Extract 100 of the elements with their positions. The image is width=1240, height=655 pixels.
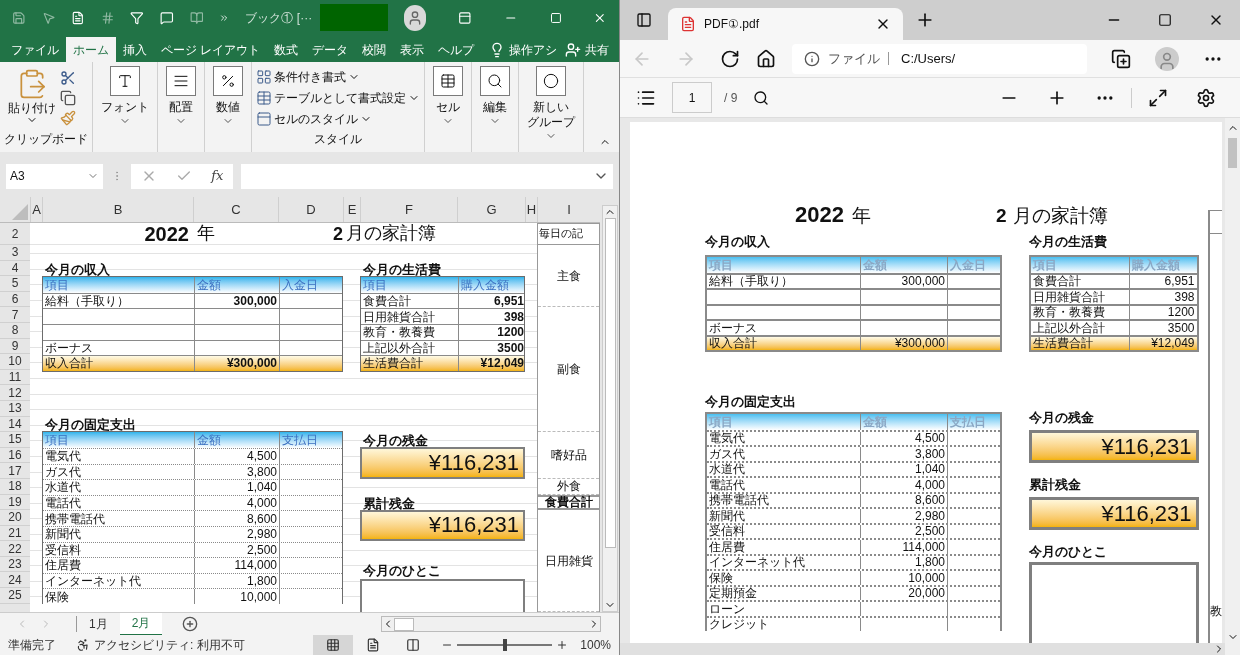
row-header[interactable]: 7 [11,308,19,321]
menu-tab[interactable]: ファイル [4,37,66,62]
row-header[interactable]: 16 [8,449,22,461]
name-box[interactable]: A3 [6,163,103,189]
sheet-tab[interactable]: 1月 [77,612,120,636]
scrollbar-thumb[interactable] [1228,138,1237,168]
maximize-icon[interactable] [549,10,562,25]
column-header[interactable]: I [567,199,571,220]
column-header[interactable]: D [306,199,316,220]
scrollbar-thumb[interactable] [394,617,414,631]
search-icon[interactable] [753,89,770,106]
zoom-in-icon[interactable] [556,639,569,651]
column-header[interactable]: B [113,199,123,220]
row-header[interactable]: 24 [8,573,22,586]
font-button[interactable] [110,66,140,96]
row-header[interactable]: 5 [11,277,19,290]
row-header[interactable]: 13 [8,402,22,415]
maximize-icon[interactable] [1158,13,1172,27]
cut-icon[interactable] [60,70,76,86]
style-menu-item[interactable]: セルのスタイル [274,110,358,129]
row-header[interactable]: 2 [11,227,19,240]
sheet-tab[interactable]: 2月 [119,612,163,636]
row-header[interactable]: 12 [8,386,22,399]
address-bar[interactable]: ファイル C:/Users/ [792,43,1087,74]
collections-icon[interactable] [1111,48,1131,69]
style-menu-item[interactable]: テーブルとして書式設定 [274,89,406,107]
row-header[interactable]: 20 [8,511,22,524]
row-header[interactable]: 23 [8,558,22,571]
comment-icon[interactable] [160,9,174,26]
menu-tab[interactable]: 数式 [267,37,306,62]
vertical-scrollbar[interactable] [1225,118,1240,655]
document-icon[interactable] [71,9,85,26]
refresh-icon[interactable] [720,48,740,69]
row-header[interactable]: 17 [8,464,22,477]
menu-tab[interactable]: ヘルプ [431,37,482,62]
new-group-button[interactable] [536,66,566,96]
settings-icon[interactable] [1196,87,1216,108]
row-header[interactable]: 22 [8,542,22,555]
home-icon[interactable] [756,48,776,69]
menu-tab[interactable]: 表示 [393,37,432,62]
horizontal-scrollbar[interactable] [620,643,1225,655]
row-header[interactable]: 6 [11,293,19,306]
row-header[interactable]: 25 [8,589,22,602]
vertical-scrollbar[interactable] [602,205,618,612]
row-header[interactable]: 19 [8,495,22,508]
table-cell: ボーナス [45,341,93,354]
alignment-button[interactable] [166,66,196,96]
row-header[interactable]: 9 [11,339,19,352]
row-header[interactable]: 21 [8,527,22,539]
sheet-title: 月の家計簿 [346,222,436,243]
zoom-level[interactable]: 100% [580,636,611,654]
column-header[interactable]: G [486,199,497,220]
style-menu-item[interactable]: 条件付き書式 [274,67,346,86]
fit-page-icon[interactable] [1148,87,1168,108]
column-header[interactable]: E [347,199,357,220]
menu-tab[interactable]: ホーム [66,37,116,62]
page-number-field[interactable]: 1 [672,82,712,113]
paste-button[interactable]: 貼り付け [8,102,56,114]
column-header[interactable]: A [32,199,41,220]
row-header[interactable]: 15 [8,433,22,446]
add-sheet-icon[interactable] [182,616,199,632]
row-header[interactable]: 3 [11,246,19,259]
row-header[interactable]: 18 [8,480,22,493]
filter-icon[interactable] [130,9,145,26]
menu-tab[interactable]: データ [305,37,356,62]
view-button[interactable] [313,635,354,655]
number-format-button[interactable] [213,66,243,96]
column-header[interactable]: F [405,199,413,220]
formula-field[interactable] [241,163,613,189]
cell-style-icon[interactable] [256,111,272,128]
row-header[interactable]: 11 [8,371,22,384]
table-cell: 8,600 [246,512,277,525]
tell-me-field[interactable]: 操作アシ [509,40,558,59]
zoom-slider-thumb[interactable] [502,639,507,651]
table-icon[interactable] [256,90,272,106]
menu-tab[interactable]: ページ レイアウト [154,37,268,62]
row-header[interactable]: 8 [11,324,19,337]
column-header: 購入金額 [461,279,509,291]
row-header[interactable]: 4 [11,261,19,274]
grid-icon[interactable] [256,68,272,85]
column-header[interactable]: H [526,199,537,220]
row-header[interactable]: 14 [8,417,22,430]
tab-actions-icon[interactable] [636,12,652,28]
section-heading: 今月のひとこ [362,563,441,577]
profile-avatar[interactable] [1155,46,1179,71]
add-user-icon[interactable] [565,41,582,58]
menu-tab[interactable]: 校閲 [355,37,394,62]
ribbon-display-icon[interactable] [458,9,472,26]
cells-button[interactable] [433,66,463,96]
row-header[interactable]: 10 [8,355,22,368]
scrollbar-thumb[interactable] [604,218,616,548]
column-header[interactable]: C [231,199,241,220]
accessibility-status[interactable]: アクセシビリティ: 利用不可 [94,636,245,654]
horizontal-scrollbar[interactable] [381,616,601,632]
editing-button[interactable] [480,66,510,96]
insert-function-button[interactable]: fx [211,166,224,186]
browser-tab[interactable]: PDF①.pdf [704,15,759,33]
menu-tab[interactable]: 挿入 [116,37,154,62]
share-button[interactable]: 共有 [585,40,610,59]
copy-icon[interactable] [60,90,76,106]
